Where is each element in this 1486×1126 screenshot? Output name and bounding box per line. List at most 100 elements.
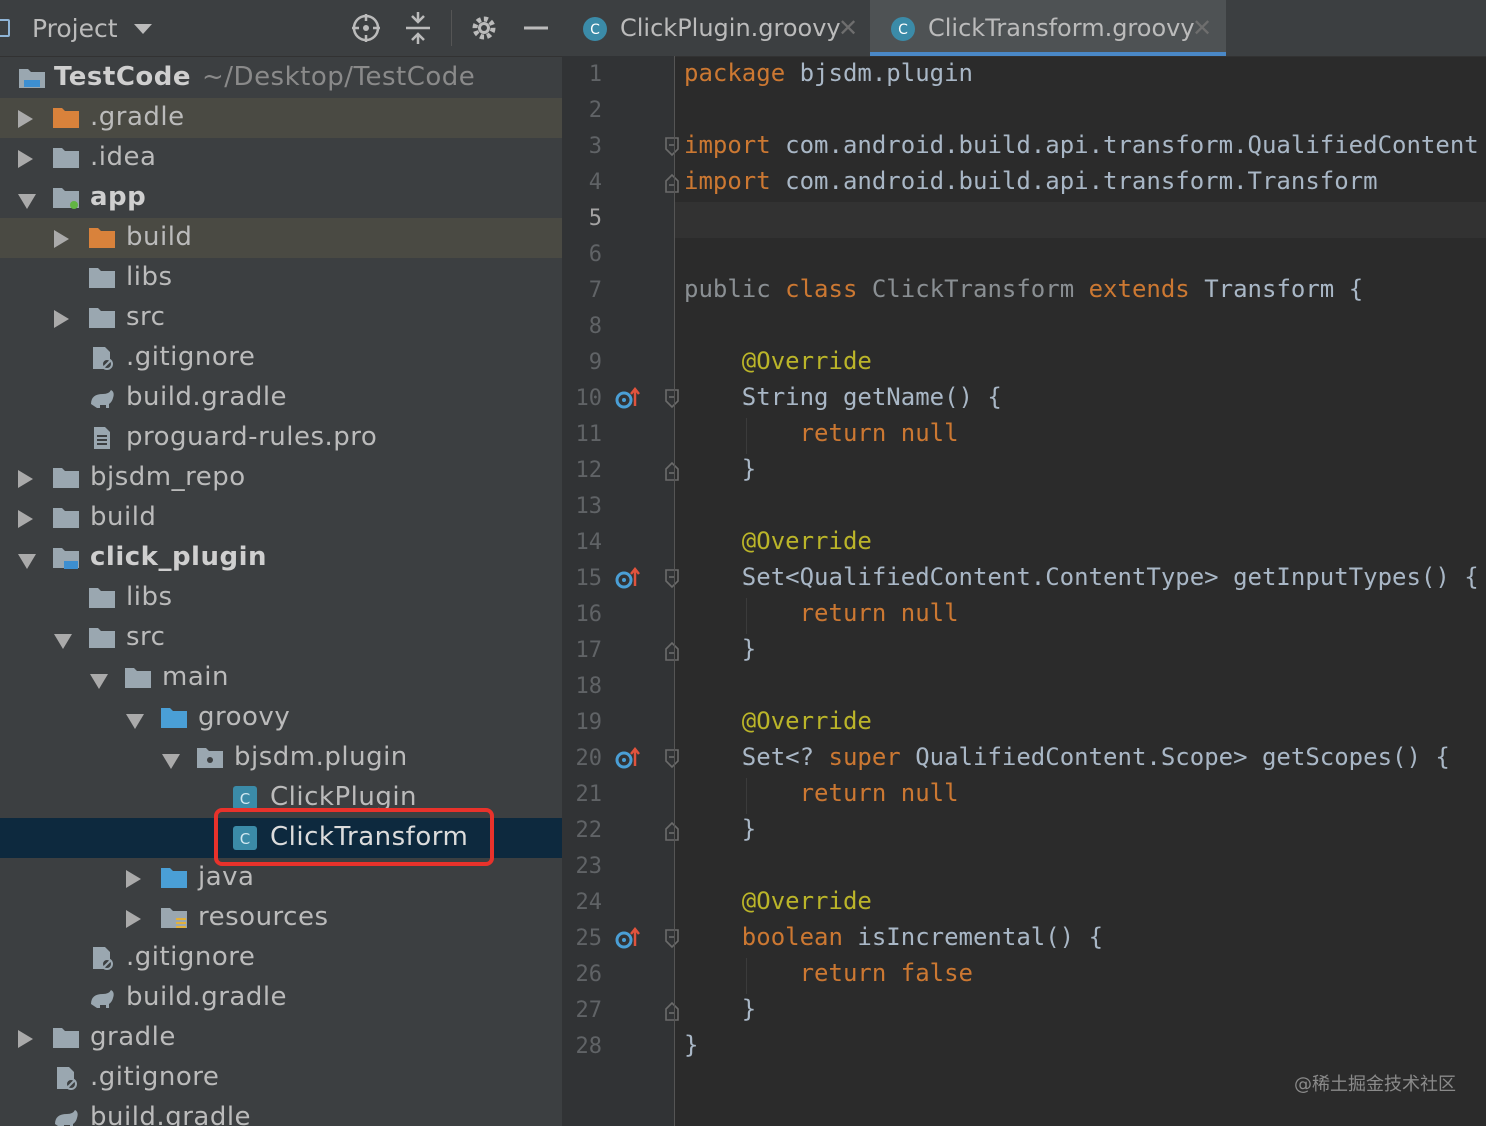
- fold-collapse-icon[interactable]: [664, 820, 680, 842]
- tree-item-label: libs: [126, 582, 173, 612]
- tree-item-label: proguard-rules.pro: [126, 422, 378, 452]
- override-method-icon[interactable]: [614, 926, 640, 952]
- code-token: Transform {: [1204, 275, 1364, 303]
- line-number: 20: [575, 746, 603, 771]
- tree-item-label: groovy: [198, 702, 291, 732]
- fold-expand-icon[interactable]: [664, 748, 680, 770]
- fold-expand-icon[interactable]: [664, 388, 680, 410]
- tree-row-gradle[interactable]: .gradle: [0, 98, 562, 138]
- tab-clicktransform[interactable]: C ClickTransform.groovy ✕: [870, 0, 1226, 56]
- code-token: }: [684, 815, 757, 843]
- override-method-icon[interactable]: [614, 386, 640, 412]
- tree-row-src[interactable]: src: [0, 298, 562, 338]
- fold-collapse-icon[interactable]: [664, 460, 680, 482]
- expand-arrow-down-icon[interactable]: [18, 194, 36, 209]
- folder-orange-icon: [53, 108, 79, 128]
- line-number: 12: [575, 458, 603, 483]
- code-keyword: return null: [799, 599, 959, 627]
- tree-row-proguard-rules-pro[interactable]: proguard-rules.pro: [0, 418, 562, 458]
- tree-row-main[interactable]: main: [0, 658, 562, 698]
- code-line: String getName() {: [684, 383, 1002, 411]
- current-line-highlight: [675, 202, 1486, 238]
- fold-collapse-icon[interactable]: [664, 1000, 680, 1022]
- tree-row-build-gradle[interactable]: build.gradle: [0, 378, 562, 418]
- tree-row-app[interactable]: app: [0, 178, 562, 218]
- tree-row-resources[interactable]: resources: [0, 898, 562, 938]
- tree-row-build[interactable]: build: [0, 498, 562, 538]
- tree-row-src[interactable]: src: [0, 618, 562, 658]
- tree-row-build[interactable]: build: [0, 218, 562, 258]
- expand-arrow-right-icon[interactable]: [18, 110, 33, 128]
- project-view-selector[interactable]: Project: [32, 14, 118, 43]
- code-annotation: @Override: [741, 347, 872, 375]
- expand-arrow-down-icon[interactable]: [126, 714, 144, 729]
- tree-row-gradle[interactable]: gradle: [0, 1018, 562, 1058]
- groovy-class-icon: C: [233, 786, 257, 810]
- code-line: @Override: [684, 527, 872, 555]
- tree-row-build-gradle[interactable]: build.gradle: [0, 978, 562, 1018]
- expand-arrow-right-icon[interactable]: [18, 470, 33, 488]
- root-project-path: ~/Desktop/TestCode: [202, 62, 476, 92]
- expand-arrow-down-icon[interactable]: [54, 634, 72, 649]
- code-token: String getName() {: [684, 383, 1002, 411]
- override-method-icon[interactable]: [614, 746, 640, 772]
- override-method-icon[interactable]: [614, 566, 640, 592]
- expand-arrow-right-icon[interactable]: [18, 150, 33, 168]
- tree-row-gitignore[interactable]: .gitignore: [0, 338, 562, 378]
- root-project-name: TestCode: [54, 62, 192, 92]
- expand-arrow-right-icon[interactable]: [126, 910, 141, 928]
- tree-row-build-gradle[interactable]: build.gradle: [0, 1098, 562, 1126]
- collapse-all-icon[interactable]: [402, 12, 434, 44]
- fold-expand-icon[interactable]: [664, 568, 680, 590]
- code-annotation: @Override: [741, 527, 872, 555]
- chevron-down-icon[interactable]: [134, 24, 152, 34]
- expand-arrow-right-icon[interactable]: [18, 510, 33, 528]
- close-icon[interactable]: ✕: [838, 14, 858, 42]
- line-number: 11: [575, 422, 603, 447]
- locate-target-icon[interactable]: [350, 12, 382, 44]
- expand-arrow-right-icon[interactable]: [54, 230, 69, 248]
- gear-icon[interactable]: [468, 12, 500, 44]
- tree-item-label: .gitignore: [126, 942, 256, 972]
- line-number: 21: [575, 782, 603, 807]
- code-token: com.android.build.api.transform.Qualifie…: [770, 131, 1479, 159]
- folder-icon: [53, 468, 79, 488]
- code-line: boolean isIncremental() {: [684, 923, 1103, 951]
- line-number: 2: [588, 98, 602, 123]
- tree-row-libs[interactable]: libs: [0, 258, 562, 298]
- hide-panel-icon[interactable]: [520, 12, 552, 44]
- line-number: 10: [575, 386, 603, 411]
- tree-row-gitignore[interactable]: .gitignore: [0, 1058, 562, 1098]
- line-number-gutter[interactable]: 1 2 3 4 5 6 7 8 9 10 11 12 13 14 15 16 17 18 19 20 21 22 23 24 2…: [562, 56, 679, 1126]
- fold-collapse-icon[interactable]: [664, 172, 680, 194]
- module-folder-blue-icon: [53, 548, 79, 569]
- expand-arrow-down-icon[interactable]: [90, 674, 108, 689]
- package-folder-icon: [197, 748, 223, 768]
- tab-clickplugin[interactable]: C ClickPlugin.groovy ✕: [562, 0, 868, 56]
- code-keyword: return null: [799, 419, 959, 447]
- expand-arrow-right-icon[interactable]: [54, 310, 69, 328]
- tree-item-label: .idea: [90, 142, 157, 172]
- tree-row-libs[interactable]: libs: [0, 578, 562, 618]
- tree-row-bjsdm-plugin[interactable]: bjsdm.plugin: [0, 738, 562, 778]
- tree-root-row[interactable]: TestCode ~/Desktop/TestCode: [0, 58, 562, 98]
- close-icon[interactable]: ✕: [1192, 14, 1212, 42]
- project-root-icon: [19, 69, 45, 88]
- code-token: }: [684, 455, 757, 483]
- expand-arrow-down-icon[interactable]: [18, 554, 36, 569]
- fold-expand-icon[interactable]: [664, 928, 680, 950]
- expand-arrow-down-icon[interactable]: [162, 754, 180, 769]
- tree-row-groovy[interactable]: groovy: [0, 698, 562, 738]
- tree-row-bjsdm-repo[interactable]: bjsdm_repo: [0, 458, 562, 498]
- module-folder-icon: [53, 188, 79, 209]
- tree-row-click-plugin[interactable]: click_plugin: [0, 538, 562, 578]
- fold-collapse-icon[interactable]: [664, 640, 680, 662]
- fold-expand-icon[interactable]: [664, 136, 680, 158]
- tree-row-idea[interactable]: .idea: [0, 138, 562, 178]
- line-number: 18: [575, 674, 603, 699]
- expand-arrow-right-icon[interactable]: [126, 870, 141, 888]
- code-token: ClickTransform: [871, 275, 1089, 303]
- expand-arrow-right-icon[interactable]: [18, 1030, 33, 1048]
- tree-row-gitignore[interactable]: .gitignore: [0, 938, 562, 978]
